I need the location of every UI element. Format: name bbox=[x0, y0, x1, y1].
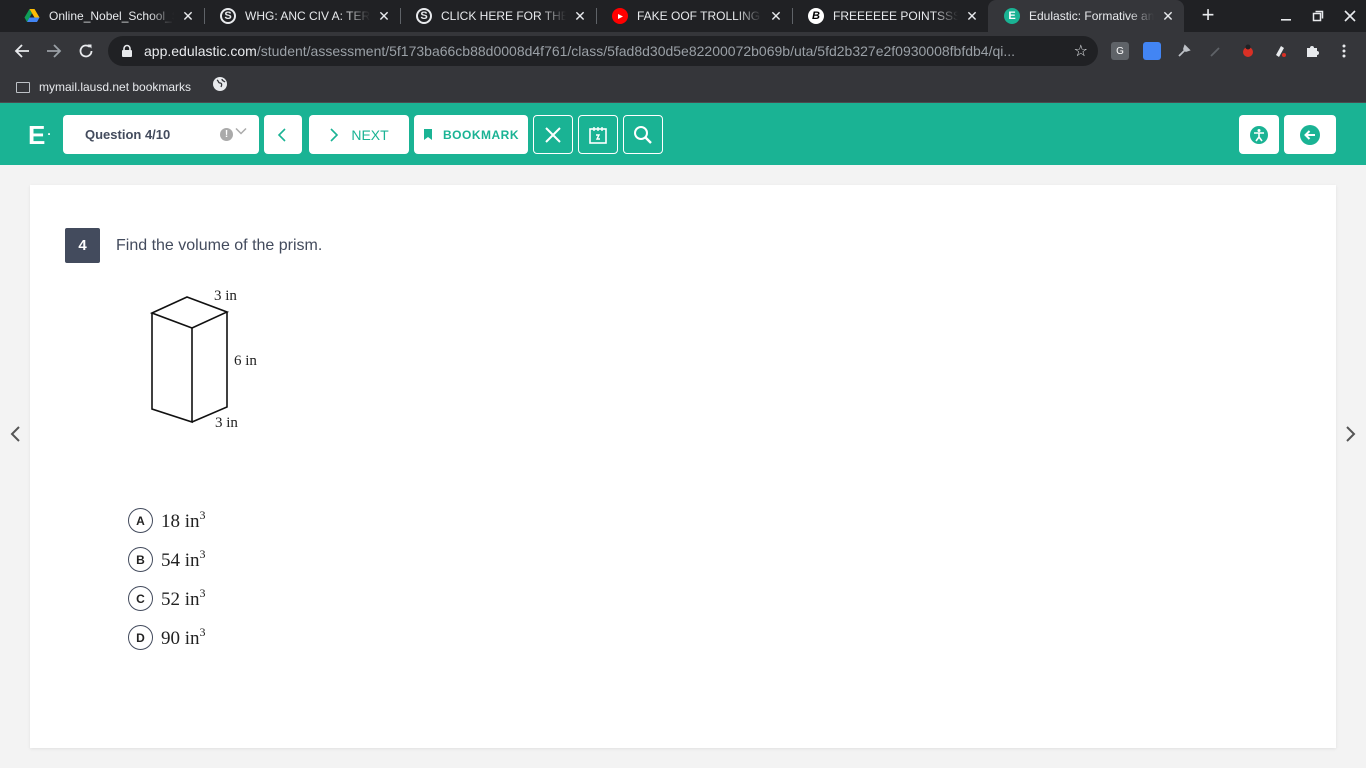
reload-icon[interactable] bbox=[72, 37, 100, 65]
lock-icon bbox=[122, 44, 132, 57]
extension-ladybug-icon[interactable] bbox=[1239, 42, 1257, 60]
option-letter: D bbox=[128, 625, 153, 650]
bookmark-icon bbox=[424, 129, 432, 140]
question-text: Find the volume of the prism. bbox=[116, 237, 323, 254]
exit-button[interactable] bbox=[1284, 115, 1336, 154]
edulastic-icon: E bbox=[1004, 8, 1020, 24]
close-tab-icon[interactable]: ✕ bbox=[1160, 8, 1176, 24]
extension-g-icon[interactable]: G bbox=[1111, 42, 1129, 60]
magnifier-button[interactable] bbox=[623, 115, 663, 154]
prev-question-arrow-icon[interactable] bbox=[9, 425, 21, 449]
next-button[interactable]: NEXT bbox=[309, 115, 409, 154]
answer-option-d[interactable]: D 90 in3 bbox=[128, 618, 206, 657]
extension-calendar-icon[interactable] bbox=[1143, 42, 1161, 60]
folder-icon bbox=[16, 81, 30, 93]
bookmark-star-icon[interactable]: ☆ bbox=[1074, 41, 1088, 61]
exit-arrow-icon bbox=[1300, 124, 1320, 145]
chrome-menu-icon[interactable] bbox=[1335, 42, 1353, 60]
minimize-icon[interactable] bbox=[1270, 0, 1302, 32]
close-tab-icon[interactable]: ✕ bbox=[376, 8, 392, 24]
search-icon bbox=[634, 125, 652, 144]
info-icon: ! bbox=[220, 128, 233, 141]
answer-option-a[interactable]: A 18 in3 bbox=[128, 501, 206, 540]
close-tab-icon[interactable]: ✕ bbox=[964, 8, 980, 24]
next-question-arrow-icon[interactable] bbox=[1345, 425, 1357, 449]
browser-toolbar: app.edulastic.com/student/assessment/5f1… bbox=[0, 32, 1366, 70]
scratchpad-icon bbox=[589, 126, 607, 144]
answer-option-b[interactable]: B 54 in3 bbox=[128, 540, 206, 579]
extension-dropper-icon[interactable] bbox=[1175, 42, 1193, 60]
prism-label-top: 3 in bbox=[214, 288, 237, 304]
option-letter: C bbox=[128, 586, 153, 611]
question-card: 4 Find the volume of the prism. 3 in 6 i… bbox=[30, 185, 1336, 748]
globe-icon[interactable] bbox=[213, 77, 227, 91]
s-icon: S bbox=[220, 8, 236, 24]
address-bar[interactable]: app.edulastic.com/student/assessment/5f1… bbox=[108, 36, 1098, 66]
chevron-right-icon bbox=[330, 127, 339, 142]
prism-figure: 3 in 6 in 3 in bbox=[140, 285, 310, 450]
chevron-left-icon bbox=[277, 127, 286, 142]
chevron-down-icon bbox=[235, 125, 247, 140]
option-value: 54 in3 bbox=[161, 547, 206, 571]
s-icon: S bbox=[416, 8, 432, 24]
browser-tab[interactable]: B FREEEEEE POINTSSSSS ✕ bbox=[792, 0, 988, 32]
assessment-header: E · Question 4/10 ! NEXT BOOKMARK bbox=[0, 103, 1366, 165]
bookmark-folder[interactable]: mymail.lausd.net bookmarks bbox=[16, 77, 191, 97]
close-tab-icon[interactable]: ✕ bbox=[572, 8, 588, 24]
extension-pen-icon[interactable] bbox=[1207, 42, 1225, 60]
close-window-icon[interactable] bbox=[1334, 0, 1366, 32]
bookmarks-bar: mymail.lausd.net bookmarks bbox=[0, 70, 1366, 103]
drive-icon bbox=[24, 8, 40, 24]
question-area: 4 Find the volume of the prism. 3 in 6 i… bbox=[0, 165, 1366, 768]
new-tab-icon[interactable]: + bbox=[1196, 4, 1220, 28]
youtube-icon bbox=[612, 8, 628, 24]
browser-tab[interactable]: S WHG: ANC CIV A: TERM ✕ bbox=[204, 0, 400, 32]
option-letter: A bbox=[128, 508, 153, 533]
option-letter: B bbox=[128, 547, 153, 572]
bookmark-button[interactable]: BOOKMARK bbox=[414, 115, 528, 154]
previous-button[interactable] bbox=[264, 115, 302, 154]
extensions-puzzle-icon[interactable] bbox=[1303, 42, 1321, 60]
forward-arrow-icon[interactable] bbox=[40, 37, 68, 65]
option-value: 90 in3 bbox=[161, 625, 206, 649]
extension-tool-icon[interactable] bbox=[1271, 42, 1289, 60]
accessibility-icon bbox=[1250, 125, 1268, 144]
answer-choices: A 18 in3 B 54 in3 C 52 in3 D 90 in3 bbox=[128, 501, 206, 657]
restore-icon[interactable] bbox=[1302, 0, 1334, 32]
browser-tab[interactable]: FAKE OOF TROLLING IN ✕ bbox=[596, 0, 792, 32]
edulastic-logo: E · bbox=[28, 120, 52, 150]
option-value: 18 in3 bbox=[161, 508, 206, 532]
browser-tab-active[interactable]: E Edulastic: Formative and ✕ bbox=[988, 0, 1184, 32]
question-number: 4 bbox=[65, 228, 100, 263]
close-tab-icon[interactable]: ✕ bbox=[768, 8, 784, 24]
answer-option-c[interactable]: C 52 in3 bbox=[128, 579, 206, 618]
option-value: 52 in3 bbox=[161, 586, 206, 610]
b-icon: B bbox=[808, 8, 824, 24]
back-arrow-icon[interactable] bbox=[8, 37, 36, 65]
close-icon bbox=[545, 126, 561, 143]
prism-label-height: 6 in bbox=[234, 353, 257, 369]
scratchpad-button[interactable] bbox=[578, 115, 618, 154]
close-tab-icon[interactable]: ✕ bbox=[180, 8, 196, 24]
question-select[interactable]: Question 4/10 ! bbox=[63, 115, 259, 154]
eliminate-answer-button[interactable] bbox=[533, 115, 573, 154]
browser-tab-strip: Online_Nobel_School_Sc ✕ S WHG: ANC CIV … bbox=[0, 0, 1366, 32]
browser-tab[interactable]: Online_Nobel_School_Sc ✕ bbox=[8, 0, 204, 32]
url-text: app.edulastic.com/student/assessment/5f1… bbox=[144, 43, 1016, 59]
accessibility-button[interactable] bbox=[1239, 115, 1279, 154]
prism-label-bottom: 3 in bbox=[215, 415, 238, 431]
browser-tab[interactable]: S CLICK HERE FOR THE ZC ✕ bbox=[400, 0, 596, 32]
